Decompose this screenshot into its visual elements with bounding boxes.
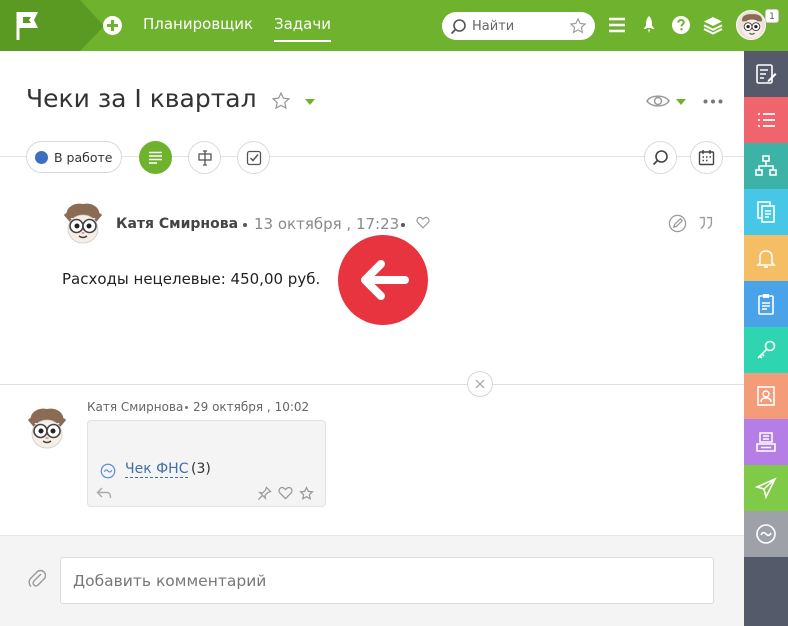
separator-dot (185, 406, 188, 409)
documents-icon (757, 201, 775, 223)
tilde-circle-icon (756, 524, 776, 544)
help-icon[interactable] (669, 13, 693, 37)
search-icon (450, 19, 466, 35)
nav-planner[interactable]: Планировщик (143, 15, 253, 33)
sidebar-clipboard[interactable] (744, 281, 788, 327)
attachment-card: Чек ФНС (3) (87, 420, 326, 507)
comment-author[interactable]: Катя Смирнова (87, 400, 183, 414)
search-icon (652, 150, 668, 166)
right-sidebar (744, 51, 788, 626)
custom-fields-button[interactable] (188, 141, 221, 174)
quote-icon[interactable] (697, 214, 715, 232)
search-task-button[interactable] (644, 141, 677, 174)
eye-icon[interactable] (646, 93, 670, 109)
heart-icon[interactable] (416, 216, 430, 229)
sidebar-notifications[interactable] (744, 235, 788, 281)
clipboard-icon (758, 294, 774, 315)
arrow-left-icon (361, 260, 409, 300)
text-lines-icon (149, 151, 162, 164)
nav-tasks[interactable]: Задачи (274, 15, 331, 42)
calendar-icon (698, 150, 715, 166)
checkbox-icon (246, 150, 261, 165)
collapse-button[interactable] (467, 371, 493, 397)
attachment-count: (3) (191, 461, 211, 477)
separator-dot (401, 223, 405, 227)
tilde-circle-icon (100, 463, 116, 479)
watchers-caret-icon[interactable] (676, 99, 686, 105)
inbox-tray-icon (756, 432, 776, 452)
top-bar: Планировщик Задачи Найти 1 (0, 0, 788, 51)
menu-icon[interactable] (605, 13, 629, 37)
sidebar-inbox[interactable] (744, 419, 788, 465)
status-dot (35, 151, 48, 164)
comment-input[interactable] (60, 557, 714, 604)
reply-icon[interactable] (96, 486, 112, 500)
task-title: Чеки за I квартал (26, 84, 257, 113)
paperclip-icon[interactable] (28, 568, 46, 588)
notification-badge: 1 (765, 9, 779, 23)
sidebar-edit-note[interactable] (744, 51, 788, 97)
separator-dot (243, 223, 247, 227)
back-arrow-button[interactable] (338, 235, 428, 325)
checklist-button[interactable] (237, 141, 270, 174)
heart-icon[interactable] (278, 486, 293, 500)
contact-card-icon (757, 386, 775, 406)
bell-icon (756, 250, 776, 268)
close-icon (475, 379, 485, 389)
layers-icon[interactable] (701, 13, 725, 37)
message-text: Расходы нецелевые: 450,00 руб. (62, 270, 321, 288)
user-avatar[interactable] (736, 10, 766, 40)
search-box (442, 12, 595, 40)
paper-plane-icon (754, 477, 777, 500)
comment-author-avatar[interactable] (24, 406, 70, 452)
rocket-icon[interactable] (637, 13, 661, 37)
message-author[interactable]: Катя Смирнова (116, 216, 238, 232)
star-icon[interactable] (569, 17, 587, 35)
status-dropdown[interactable]: В работе (26, 141, 122, 173)
calendar-button[interactable] (690, 141, 723, 174)
description-button[interactable] (139, 141, 172, 174)
message-date: 13 октября , 17:23 (254, 215, 400, 233)
key-icon (757, 340, 776, 359)
hierarchy-icon (755, 155, 777, 176)
comment-date: 29 октября , 10:02 (193, 400, 310, 414)
sidebar-list[interactable] (744, 97, 788, 143)
search-input[interactable] (472, 17, 567, 35)
app-logo[interactable] (0, 0, 104, 51)
attachment-link[interactable]: Чек ФНС (125, 461, 189, 478)
more-options-icon[interactable] (703, 99, 723, 104)
edit-note-icon (756, 64, 777, 84)
pin-icon[interactable] (257, 486, 272, 501)
status-label: В работе (54, 150, 113, 165)
sidebar-documents[interactable] (744, 189, 788, 235)
fields-icon (197, 149, 212, 166)
add-button[interactable] (103, 16, 122, 35)
favorite-star-icon[interactable] (271, 91, 291, 111)
sidebar-send[interactable] (744, 465, 788, 511)
sidebar-tilde[interactable] (744, 511, 788, 557)
star-icon[interactable] (299, 486, 314, 501)
sidebar-hierarchy[interactable] (744, 143, 788, 189)
message-author-avatar[interactable] (60, 201, 106, 247)
section-divider (0, 384, 744, 385)
title-dropdown-caret-icon[interactable] (305, 99, 315, 105)
sidebar-contacts[interactable] (744, 373, 788, 419)
edit-icon[interactable] (668, 214, 687, 233)
sidebar-key[interactable] (744, 327, 788, 373)
list-icon (758, 113, 775, 127)
